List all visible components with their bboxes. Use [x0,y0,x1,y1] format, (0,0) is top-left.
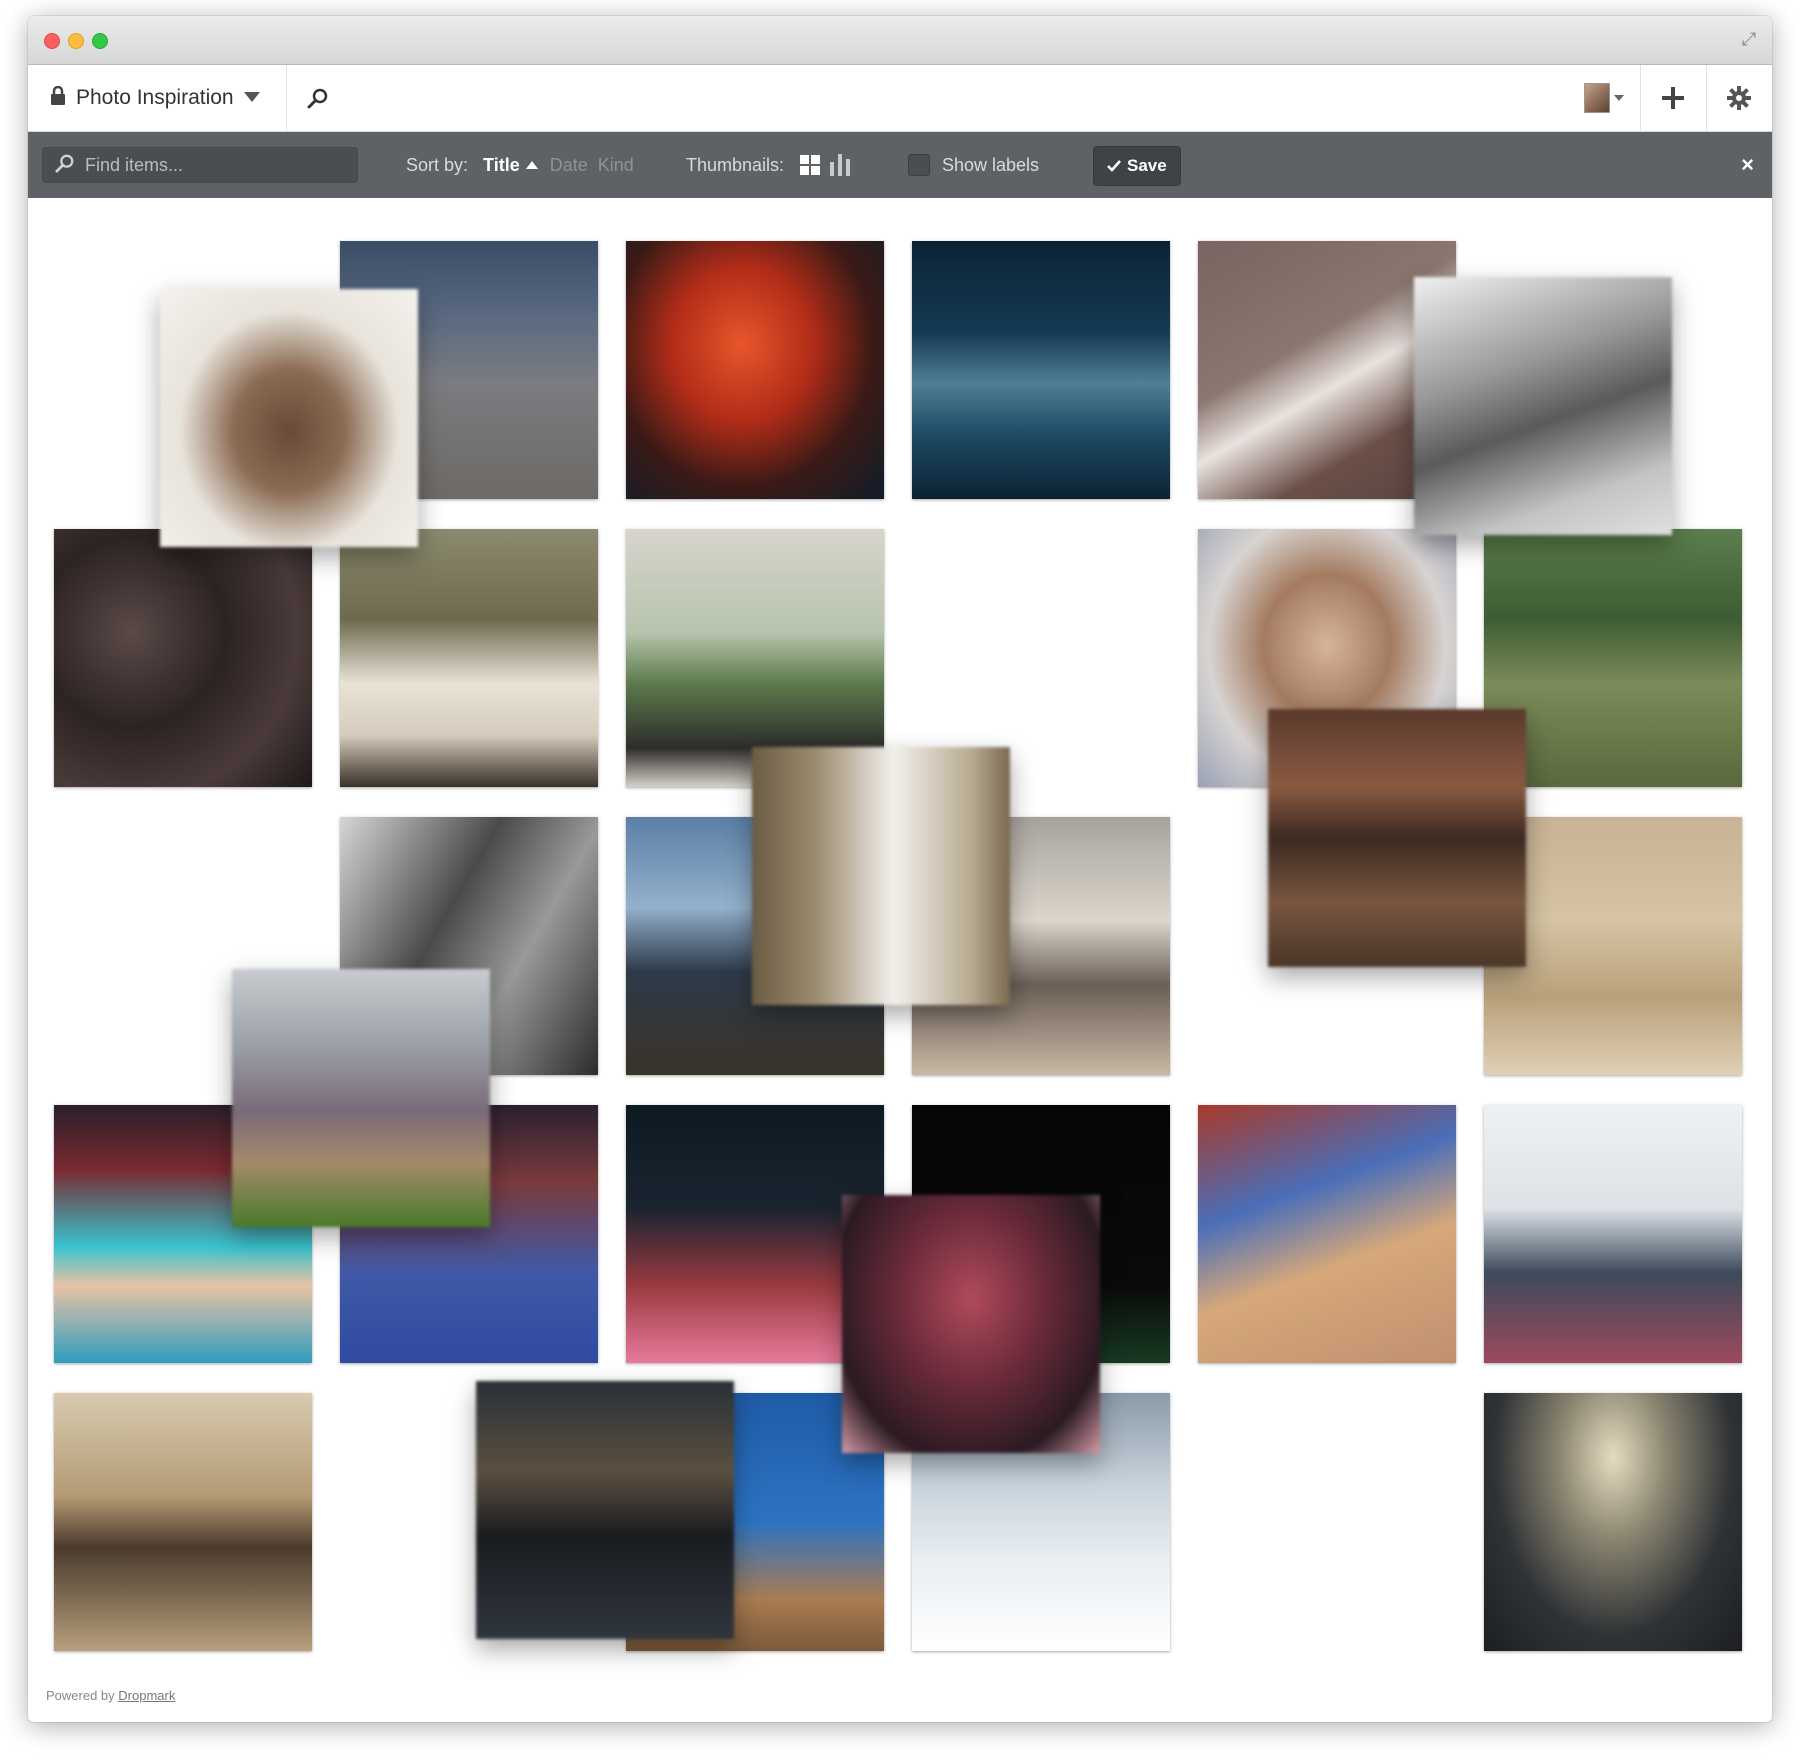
caret-down-icon[interactable] [243,89,260,107]
olympic-stadium-photo[interactable] [1484,1105,1742,1363]
collection-title[interactable]: Photo Inspiration [76,86,234,110]
footer: Powered by Dropmark [46,1688,175,1703]
find-items-search[interactable] [42,147,358,183]
save-button[interactable]: Save [1093,146,1181,186]
blurred-car-photo[interactable] [1414,277,1672,535]
show-labels-toggle[interactable]: Show labels [908,132,1039,198]
collection-selector[interactable]: Photo Inspiration [50,65,260,131]
app-window: ⤢ Photo Inspiration Find items... Sort b… [28,16,1772,1722]
checkmark-icon [1107,160,1121,172]
show-labels-checkbox[interactable] [908,154,930,176]
zoom-window-button[interactable] [92,33,108,49]
floating-boy-bedroom-photo[interactable] [340,529,598,787]
grid-icon[interactable] [800,155,821,175]
show-labels-label: Show labels [942,154,1040,175]
blurred-falling-figure-photo[interactable] [752,747,1010,1005]
close-window-button[interactable] [44,33,60,49]
search-icon [55,153,75,178]
blurred-bird-photo[interactable] [160,289,418,547]
thumbnails-label: Thumbnails: [686,154,785,175]
photo-grid [28,199,1772,1651]
fullscreen-icon[interactable]: ⤢ [1738,28,1760,50]
blurred-crowd-photo[interactable] [232,969,490,1227]
plus-icon[interactable] [1640,65,1706,131]
cyclists-velodrome-photo[interactable] [1198,1105,1456,1363]
sort-option-date[interactable]: Date [550,155,588,176]
blurred-gymnast-photo[interactable] [842,1195,1100,1453]
gear-icon[interactable] [1706,65,1772,131]
user-menu[interactable] [1580,65,1628,131]
close-toolbar-icon[interactable]: × [1741,132,1754,198]
sunset-water-photo[interactable] [1484,1393,1742,1651]
search-icon[interactable] [298,65,338,131]
dropmark-link[interactable]: Dropmark [118,1688,175,1703]
sort-option-kind[interactable]: Kind [598,155,634,176]
caret-down-icon [1614,95,1624,101]
sort-option-title[interactable]: Title [483,155,520,176]
sort-label: Sort by: [406,154,469,175]
save-button-label: Save [1127,156,1167,175]
sort-ascending-icon [525,161,538,169]
filter-toolbar: Sort by: Title Date Kind Thumbnails: Sho… [28,132,1772,198]
sort-controls: Sort by: Title Date Kind [406,132,634,198]
header-divider [286,65,287,131]
blurred-hair-photo[interactable] [1268,709,1526,967]
beetles-photo[interactable] [54,529,312,787]
lock-icon [50,85,66,111]
volcano-eruption-photo[interactable] [626,241,884,499]
title-bar: ⤢ [28,16,1772,65]
ocean-waves-photo[interactable] [912,241,1170,499]
find-items-input[interactable] [83,153,347,177]
white-house-hallway-photo[interactable] [54,1393,312,1651]
thumbnail-controls: Thumbnails: [686,132,851,198]
avatar[interactable] [1584,83,1610,113]
app-header: Photo Inspiration [28,65,1772,132]
bars-icon[interactable] [830,154,851,176]
powered-by-text: Powered by [46,1688,115,1703]
blurred-dark-shore-photo[interactable] [476,1381,734,1639]
minimize-window-button[interactable] [68,33,84,49]
